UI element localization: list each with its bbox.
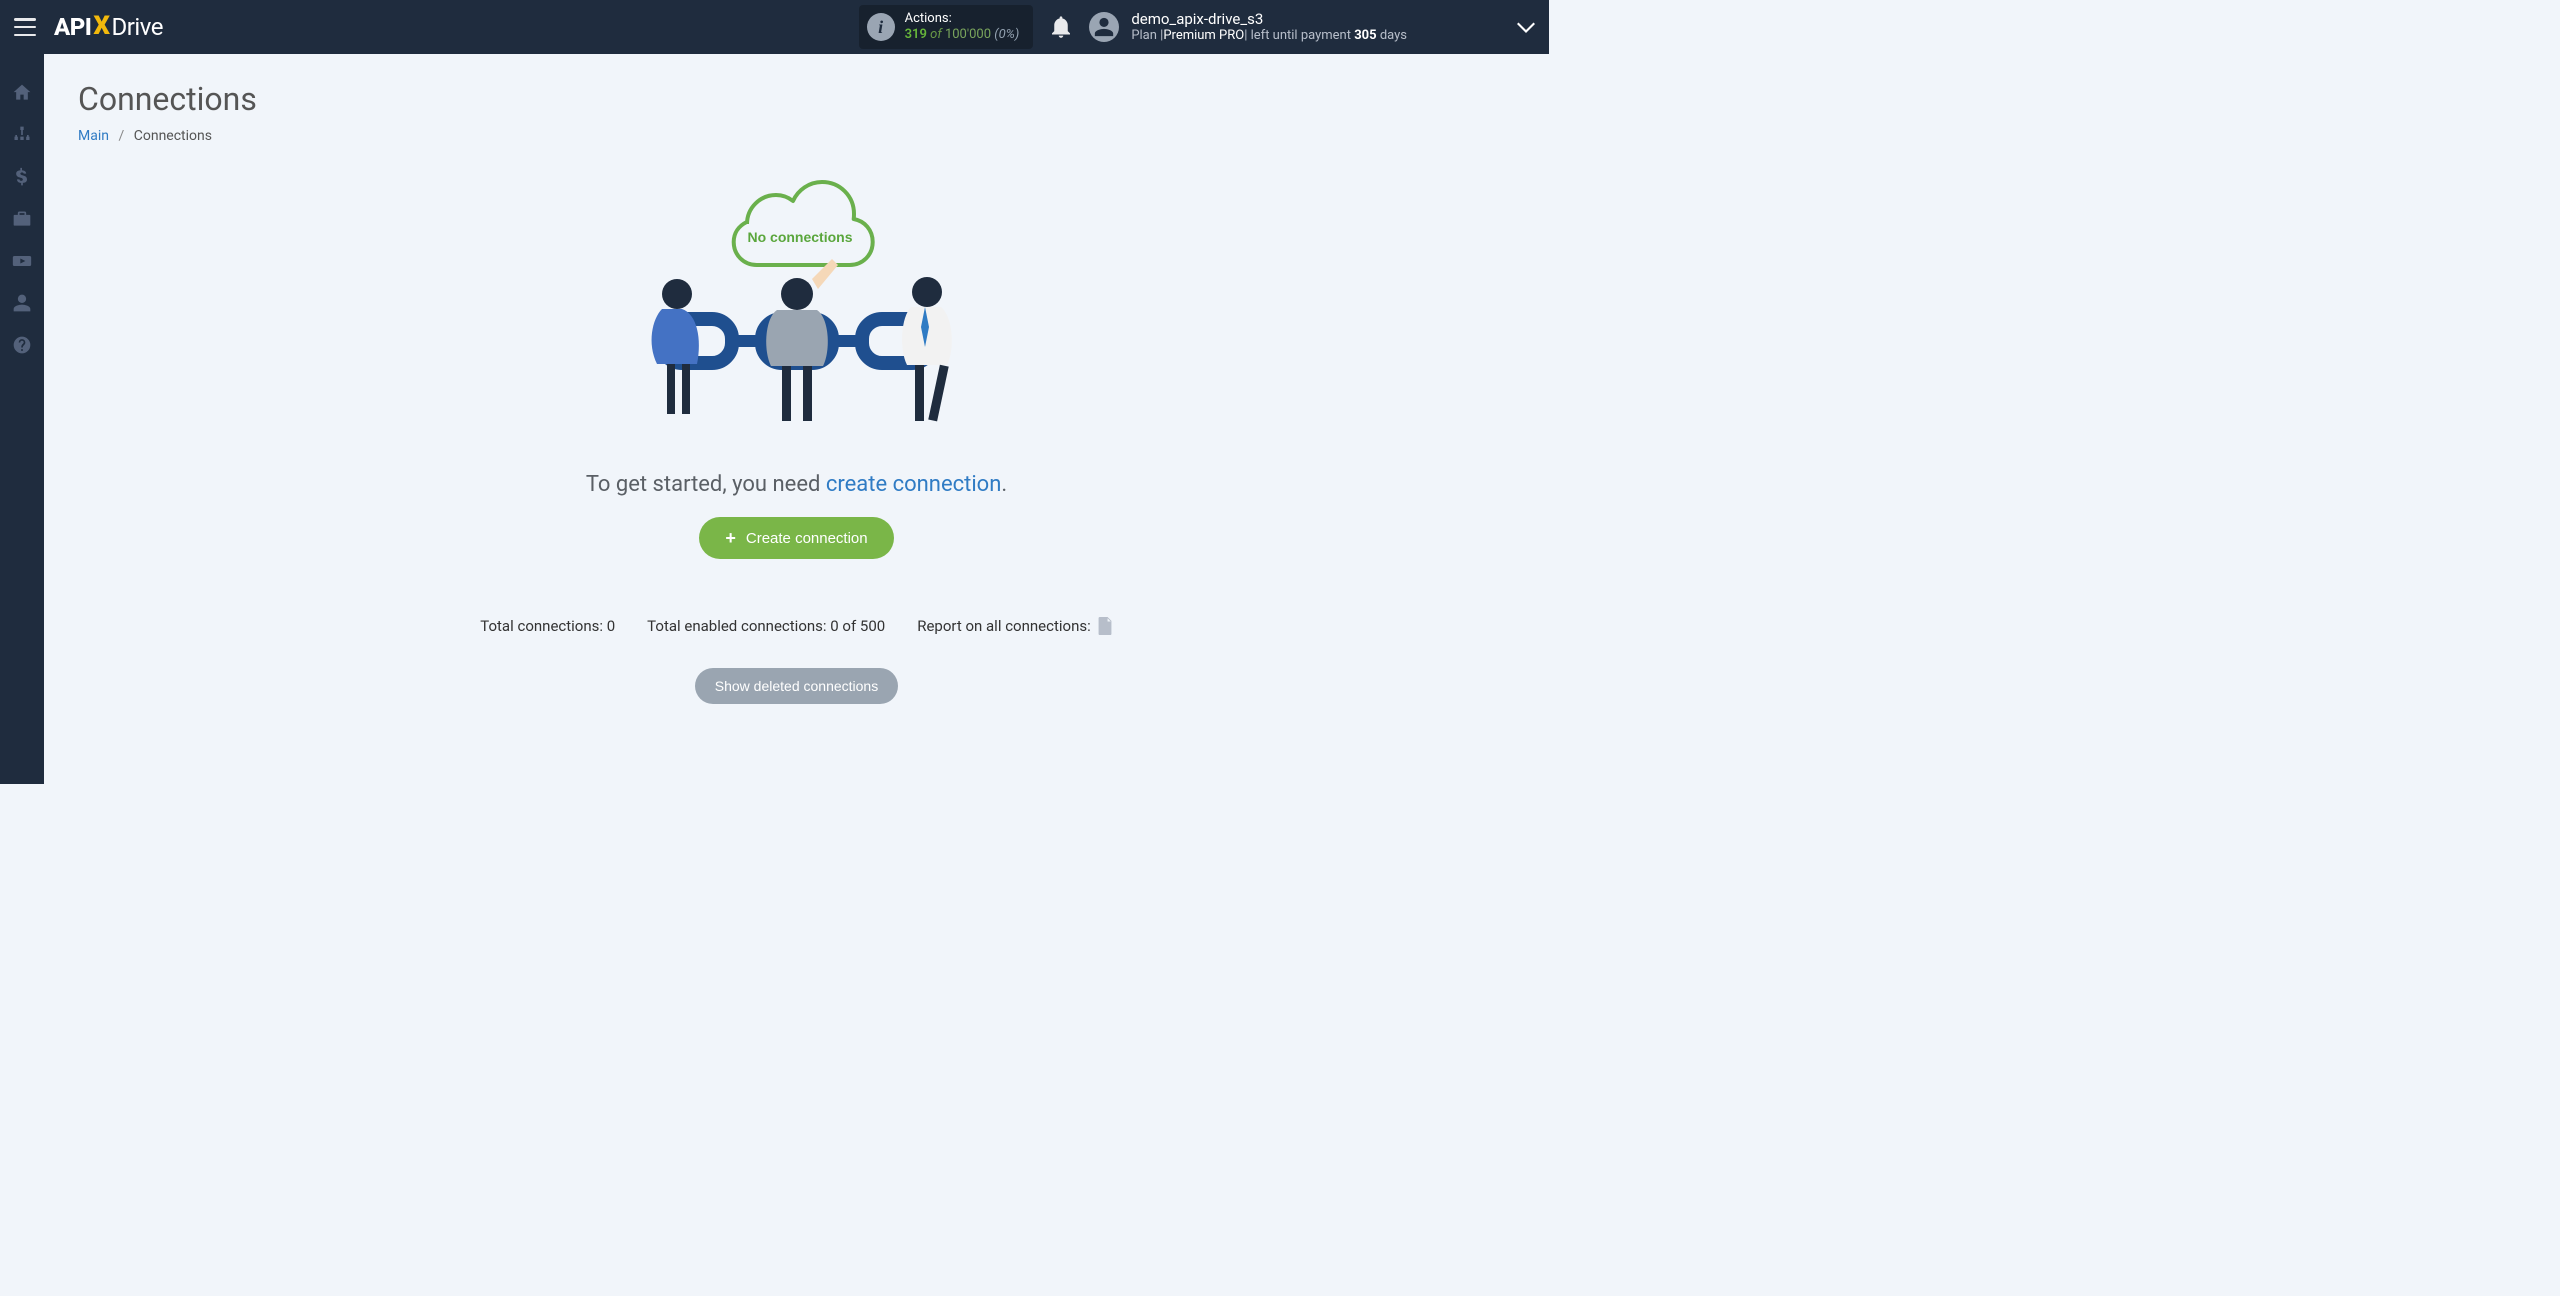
plan-line: Plan |Premium PRO| left until payment 30… bbox=[1131, 28, 1407, 44]
breadcrumb: Main / Connections bbox=[78, 128, 1515, 144]
avatar-icon bbox=[1089, 12, 1119, 42]
topbar: API X Drive i Actions: 319 of 100'000 (0… bbox=[0, 0, 1549, 54]
create-connection-button-label: Create connection bbox=[746, 530, 868, 547]
user-menu[interactable]: demo_apix-drive_s3 Plan |Premium PRO| le… bbox=[1089, 10, 1407, 44]
sidebar-item-marketplace[interactable] bbox=[0, 200, 44, 238]
breadcrumb-main-link[interactable]: Main bbox=[78, 128, 109, 144]
sidebar-item-account[interactable] bbox=[0, 284, 44, 322]
logo-part-api: API bbox=[54, 13, 91, 41]
actions-of: of bbox=[930, 27, 942, 42]
sidebar bbox=[0, 54, 44, 784]
briefcase-icon bbox=[12, 209, 32, 229]
document-icon bbox=[1097, 617, 1113, 635]
plus-icon: + bbox=[725, 529, 736, 547]
report-connections: Report on all connections: bbox=[917, 617, 1113, 635]
empty-illustration: No connections bbox=[627, 164, 967, 448]
sitemap-icon bbox=[12, 125, 32, 145]
dollar-icon bbox=[12, 167, 32, 187]
total-connections: Total connections: 0 bbox=[480, 617, 615, 635]
actions-panel[interactable]: i Actions: 319 of 100'000 (0%) bbox=[859, 5, 1034, 49]
actions-total: 100'000 bbox=[945, 27, 991, 42]
user-menu-chevron[interactable] bbox=[1517, 21, 1535, 33]
user-block: demo_apix-drive_s3 Plan |Premium PRO| le… bbox=[1131, 10, 1407, 44]
user-name: demo_apix-drive_s3 bbox=[1131, 10, 1407, 28]
logo-part-x: X bbox=[91, 11, 111, 41]
actions-used: 319 bbox=[905, 27, 927, 42]
sidebar-item-videos[interactable] bbox=[0, 242, 44, 280]
youtube-icon bbox=[12, 251, 32, 271]
breadcrumb-separator: / bbox=[118, 128, 124, 144]
sidebar-item-connections[interactable] bbox=[0, 116, 44, 154]
stats-row: Total connections: 0 Total enabled conne… bbox=[78, 617, 1515, 635]
logo[interactable]: API X Drive bbox=[54, 12, 163, 42]
sidebar-item-home[interactable] bbox=[0, 74, 44, 112]
home-icon bbox=[12, 83, 32, 103]
notifications-button[interactable] bbox=[1051, 16, 1071, 38]
create-connection-link[interactable]: create connection bbox=[826, 472, 1002, 497]
main-content: Connections Main / Connections No connec… bbox=[44, 54, 1549, 784]
menu-toggle-button[interactable] bbox=[14, 18, 36, 36]
show-deleted-button[interactable]: Show deleted connections bbox=[695, 668, 898, 704]
create-connection-button[interactable]: + Create connection bbox=[699, 517, 893, 559]
chevron-down-icon bbox=[1517, 21, 1535, 33]
empty-state: No connections bbox=[78, 164, 1515, 704]
sidebar-item-billing[interactable] bbox=[0, 158, 44, 196]
logo-part-drive: Drive bbox=[112, 13, 163, 41]
bell-icon bbox=[1051, 16, 1071, 38]
help-icon bbox=[12, 335, 32, 355]
empty-prompt: To get started, you need create connecti… bbox=[78, 472, 1515, 497]
breadcrumb-current: Connections bbox=[134, 128, 212, 144]
page-title: Connections bbox=[78, 80, 1515, 118]
empty-prompt-prefix: To get started, you need bbox=[586, 472, 826, 497]
info-icon: i bbox=[867, 13, 895, 41]
report-download-button[interactable] bbox=[1097, 617, 1113, 635]
enabled-connections: Total enabled connections: 0 of 500 bbox=[647, 617, 885, 635]
empty-prompt-suffix: . bbox=[1001, 472, 1007, 497]
cloud-text: No connections bbox=[747, 229, 852, 245]
actions-label: Actions: bbox=[905, 11, 1020, 27]
actions-percent: (0%) bbox=[994, 27, 1019, 42]
user-icon bbox=[12, 293, 32, 313]
report-label: Report on all connections: bbox=[917, 617, 1091, 635]
sidebar-item-help[interactable] bbox=[0, 326, 44, 364]
actions-text: Actions: 319 of 100'000 (0%) bbox=[905, 11, 1020, 42]
